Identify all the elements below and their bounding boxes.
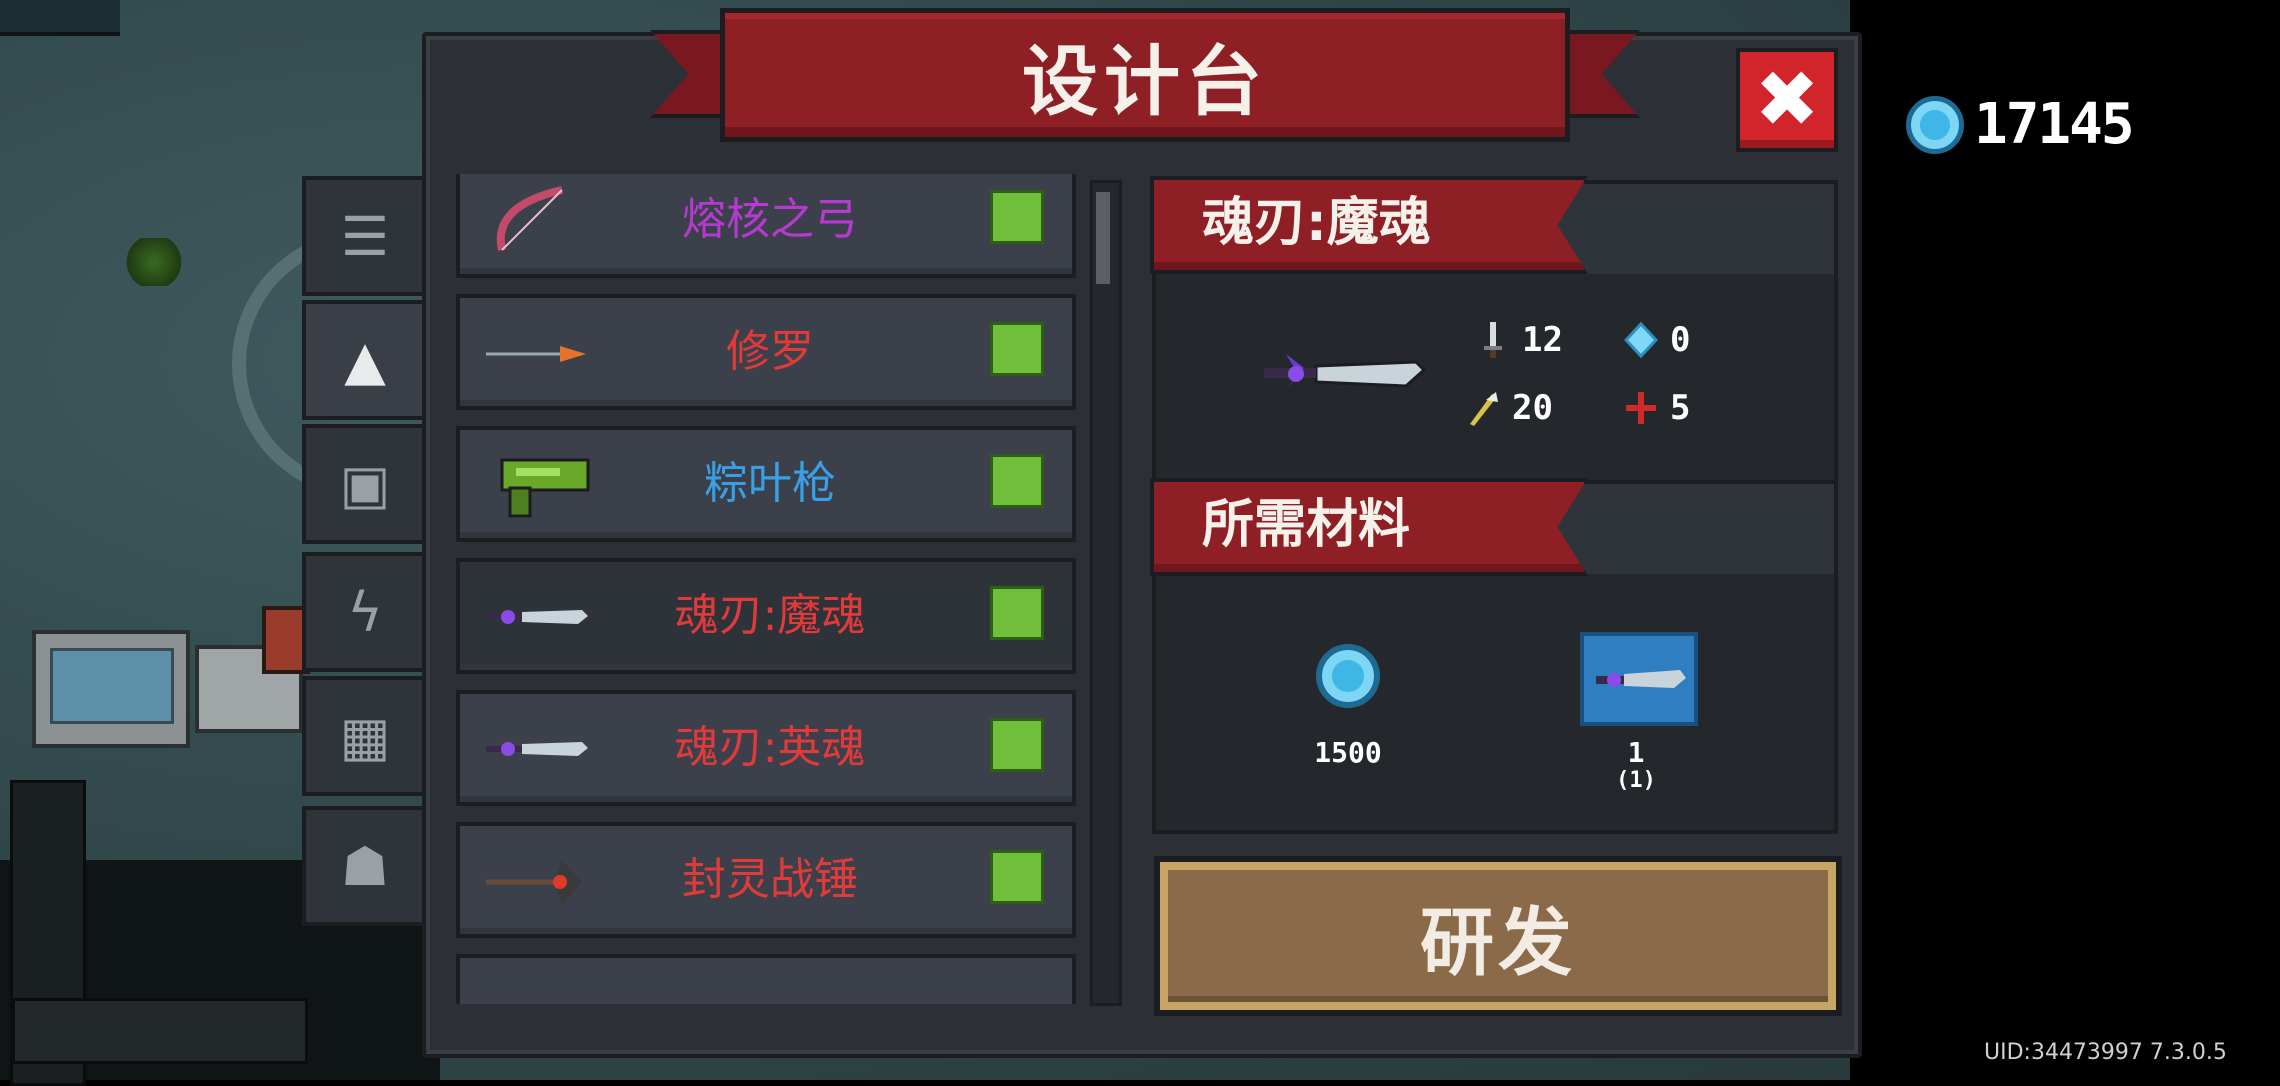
bow-icon — [482, 186, 592, 256]
materials-banner: 所需材料 — [1150, 478, 1588, 576]
list-item[interactable]: 熔核之弓 — [456, 174, 1076, 278]
material-amount-gems: 1500 — [1314, 736, 1382, 769]
crit-value: 20 — [1512, 388, 1553, 428]
blueprint-icon — [1580, 632, 1698, 726]
hammer-craft-icon[interactable] — [990, 586, 1044, 640]
research-button[interactable]: 研发 — [1154, 856, 1842, 1016]
materials-icon: ▦ — [339, 704, 391, 768]
damage-stat: 12 — [1476, 320, 1563, 360]
lightning-icon: ϟ — [347, 580, 383, 644]
item-name: 粽叶枪 — [704, 458, 836, 509]
damage-value: 12 — [1522, 320, 1563, 360]
material-amount-blueprint: 1 — [1627, 736, 1645, 769]
side-tab-lightning[interactable]: ϟ — [302, 552, 424, 672]
armor-icon: ▣ — [339, 452, 391, 516]
energy-value: 0 — [1670, 320, 1691, 360]
hammer-craft-icon[interactable] — [990, 322, 1044, 376]
close-button[interactable]: ✖ — [1736, 48, 1838, 152]
list-icon: ☰ — [340, 204, 390, 268]
accuracy-value: 5 — [1670, 388, 1691, 428]
hammer-craft-icon[interactable] — [990, 850, 1044, 904]
item-name: 魂刃:魔魂 — [674, 590, 866, 641]
soul-blade-icon — [1264, 354, 1426, 390]
side-tab-gun[interactable]: ▲ — [302, 300, 424, 420]
gun-icon: ▲ — [344, 328, 386, 392]
list-item[interactable]: 魂刃:英魂 — [456, 690, 1076, 806]
soul-blade-icon — [482, 714, 592, 784]
wall-block — [0, 0, 120, 36]
crosshair-icon — [1626, 392, 1656, 424]
gem-icon — [1316, 644, 1380, 708]
crit-icon — [1470, 392, 1498, 426]
item-name: 熔核之弓 — [682, 194, 858, 245]
currency-display: 17145 — [1906, 92, 2135, 157]
currency-value: 17145 — [1974, 92, 2135, 157]
side-tab-monster[interactable]: ☗ — [302, 806, 424, 926]
gem-icon — [1906, 95, 1964, 154]
arrow-icon — [482, 318, 592, 388]
side-tab-armor[interactable]: ▣ — [302, 424, 424, 544]
crit-stat: 20 — [1466, 388, 1553, 428]
item-name: 魂刃:英魂 — [674, 722, 866, 773]
list-item[interactable] — [456, 954, 1076, 1004]
title-ribbon: 设计台 — [720, 8, 1570, 142]
hammer-craft-icon[interactable] — [990, 454, 1044, 508]
computer-monitor — [32, 630, 190, 748]
list-scrollbar[interactable] — [1090, 180, 1122, 1006]
material-owned-blueprint: (1) — [1616, 768, 1656, 793]
sword-icon — [1484, 322, 1502, 358]
list-scrollbar-thumb[interactable] — [1096, 192, 1110, 284]
uid-text: UID:34473997 7.3.0.5 — [1984, 1040, 2227, 1065]
item-name-title: 魂刃:魔魂 — [1202, 193, 1431, 253]
plant-decoration — [124, 238, 184, 286]
side-tab-list[interactable]: ☰ — [302, 176, 424, 296]
materials-title: 所需材料 — [1202, 495, 1411, 555]
page-title: 设计台 — [1022, 37, 1268, 126]
hammer-icon — [482, 846, 592, 916]
item-name-banner: 魂刃:魔魂 — [1150, 176, 1588, 274]
accuracy-stat: 5 — [1624, 388, 1690, 428]
item-name: 封灵战锤 — [682, 854, 858, 905]
hammer-craft-icon[interactable] — [990, 718, 1044, 772]
bench — [12, 998, 308, 1064]
list-item[interactable]: 魂刃:魔魂 — [456, 558, 1076, 674]
item-name: 修罗 — [726, 326, 814, 377]
hammer-craft-icon[interactable] — [990, 190, 1044, 244]
close-icon: ✖ — [1754, 55, 1820, 145]
list-item[interactable]: 封灵战锤 — [456, 822, 1076, 938]
item-list[interactable]: 熔核之弓修罗粽叶枪魂刃:魔魂魂刃:英魂封灵战锤 — [452, 174, 1088, 1004]
monster-icon: ☗ — [340, 834, 390, 898]
list-item[interactable]: 修罗 — [456, 294, 1076, 410]
energy-icon — [1624, 321, 1658, 359]
soul-blade-icon — [482, 582, 592, 652]
green-gun-icon — [482, 450, 592, 520]
research-label: 研发 — [1420, 899, 1576, 986]
list-item[interactable]: 粽叶枪 — [456, 426, 1076, 542]
side-tab-materials[interactable]: ▦ — [302, 676, 424, 796]
energy-stat: 0 — [1624, 320, 1690, 360]
